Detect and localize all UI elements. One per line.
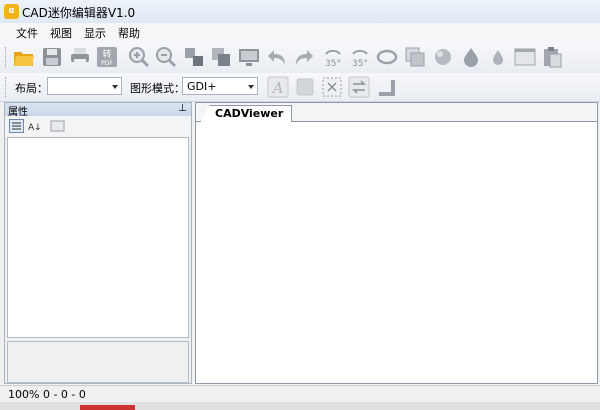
status-bar: 100% 0 - 0 - 0	[0, 385, 600, 403]
window-title: CAD迷你编辑器V1.0	[22, 6, 136, 20]
rotate-right-label: 35°	[352, 59, 368, 68]
zoom-in-icon[interactable]	[128, 46, 150, 68]
tab-cadviewer[interactable]: CADViewer	[200, 105, 293, 122]
tab-strip: CADViewer	[196, 103, 597, 122]
swap-icon[interactable]	[348, 76, 370, 98]
property-description	[7, 341, 189, 383]
zoom-out-icon[interactable]	[155, 46, 177, 68]
app-icon: α	[4, 4, 19, 19]
main-toolbar: 转 PDF 35° 35°	[0, 41, 600, 74]
pdf-label: PDF	[101, 60, 113, 67]
menu-help[interactable]: 帮助	[116, 25, 142, 41]
toolbar-grip[interactable]	[5, 47, 9, 67]
properties-header: 属性 ⊥	[5, 103, 191, 118]
drop-icon[interactable]	[460, 46, 482, 68]
move-icon[interactable]	[183, 46, 205, 68]
window-icon[interactable]	[514, 46, 536, 68]
sort-alpha-icon[interactable]: A↓	[27, 119, 42, 133]
drop-small-icon[interactable]	[487, 46, 509, 68]
rotate-35-left-icon[interactable]: 35°	[322, 46, 344, 68]
open-folder-icon[interactable]	[13, 46, 35, 68]
layout-select[interactable]	[47, 77, 122, 95]
text-tool-label: A	[271, 79, 284, 97]
taskbar-accent	[80, 405, 135, 410]
chevron-down-icon	[112, 85, 118, 89]
drawing-canvas[interactable]	[196, 122, 597, 383]
graphics-mode-label: 图形模式：	[130, 82, 185, 95]
select-area-icon[interactable]	[321, 76, 343, 98]
properties-toolbar: A↓	[5, 116, 191, 136]
layout-toolbar: 布局： 图形模式： GDI+ A	[0, 73, 600, 102]
screen-icon[interactable]	[238, 46, 260, 68]
toolbar2-grip[interactable]	[5, 77, 9, 97]
save-icon[interactable]	[41, 46, 63, 68]
paste-icon[interactable]	[541, 46, 563, 68]
undo-icon[interactable]	[266, 46, 288, 68]
redo-icon[interactable]	[293, 46, 315, 68]
sort-label: A↓	[28, 123, 42, 133]
sphere-icon[interactable]	[432, 46, 454, 68]
menu-file[interactable]: 文件	[14, 25, 40, 41]
categorized-icon[interactable]	[9, 119, 24, 133]
menu-display[interactable]: 显示	[82, 25, 108, 41]
copy-icon[interactable]	[210, 46, 232, 68]
status-text: 100% 0 - 0 - 0	[8, 388, 86, 401]
graphics-mode-value: GDI+	[187, 80, 217, 93]
chevron-down-icon	[248, 85, 254, 89]
property-pages-icon[interactable]	[50, 119, 65, 133]
print-icon[interactable]	[69, 46, 91, 68]
layout-label: 布局：	[15, 82, 48, 95]
pin-icon[interactable]: ⊥	[178, 103, 187, 114]
properties-panel: 属性 ⊥ A↓	[4, 102, 192, 384]
rotate-left-label: 35°	[325, 59, 341, 68]
corner-icon[interactable]	[375, 76, 397, 98]
copy-layers-icon[interactable]	[404, 46, 426, 68]
rotate-loop-icon[interactable]	[376, 46, 398, 68]
title-bar: α CAD迷你编辑器V1.0	[0, 0, 600, 24]
convert-pdf-icon[interactable]: 转 PDF	[96, 46, 118, 68]
rectangle-tool-icon[interactable]	[294, 76, 316, 98]
menu-view[interactable]: 视图	[48, 25, 74, 41]
document-area: CADViewer	[195, 102, 598, 384]
graphics-mode-select[interactable]: GDI+	[182, 77, 258, 95]
property-grid[interactable]	[7, 137, 189, 338]
text-tool-icon[interactable]: A	[267, 76, 289, 98]
menu-bar: 文件 视图 显示 帮助	[0, 23, 600, 41]
rotate-35-right-icon[interactable]: 35°	[349, 46, 371, 68]
convert-label: 转	[102, 48, 111, 60]
